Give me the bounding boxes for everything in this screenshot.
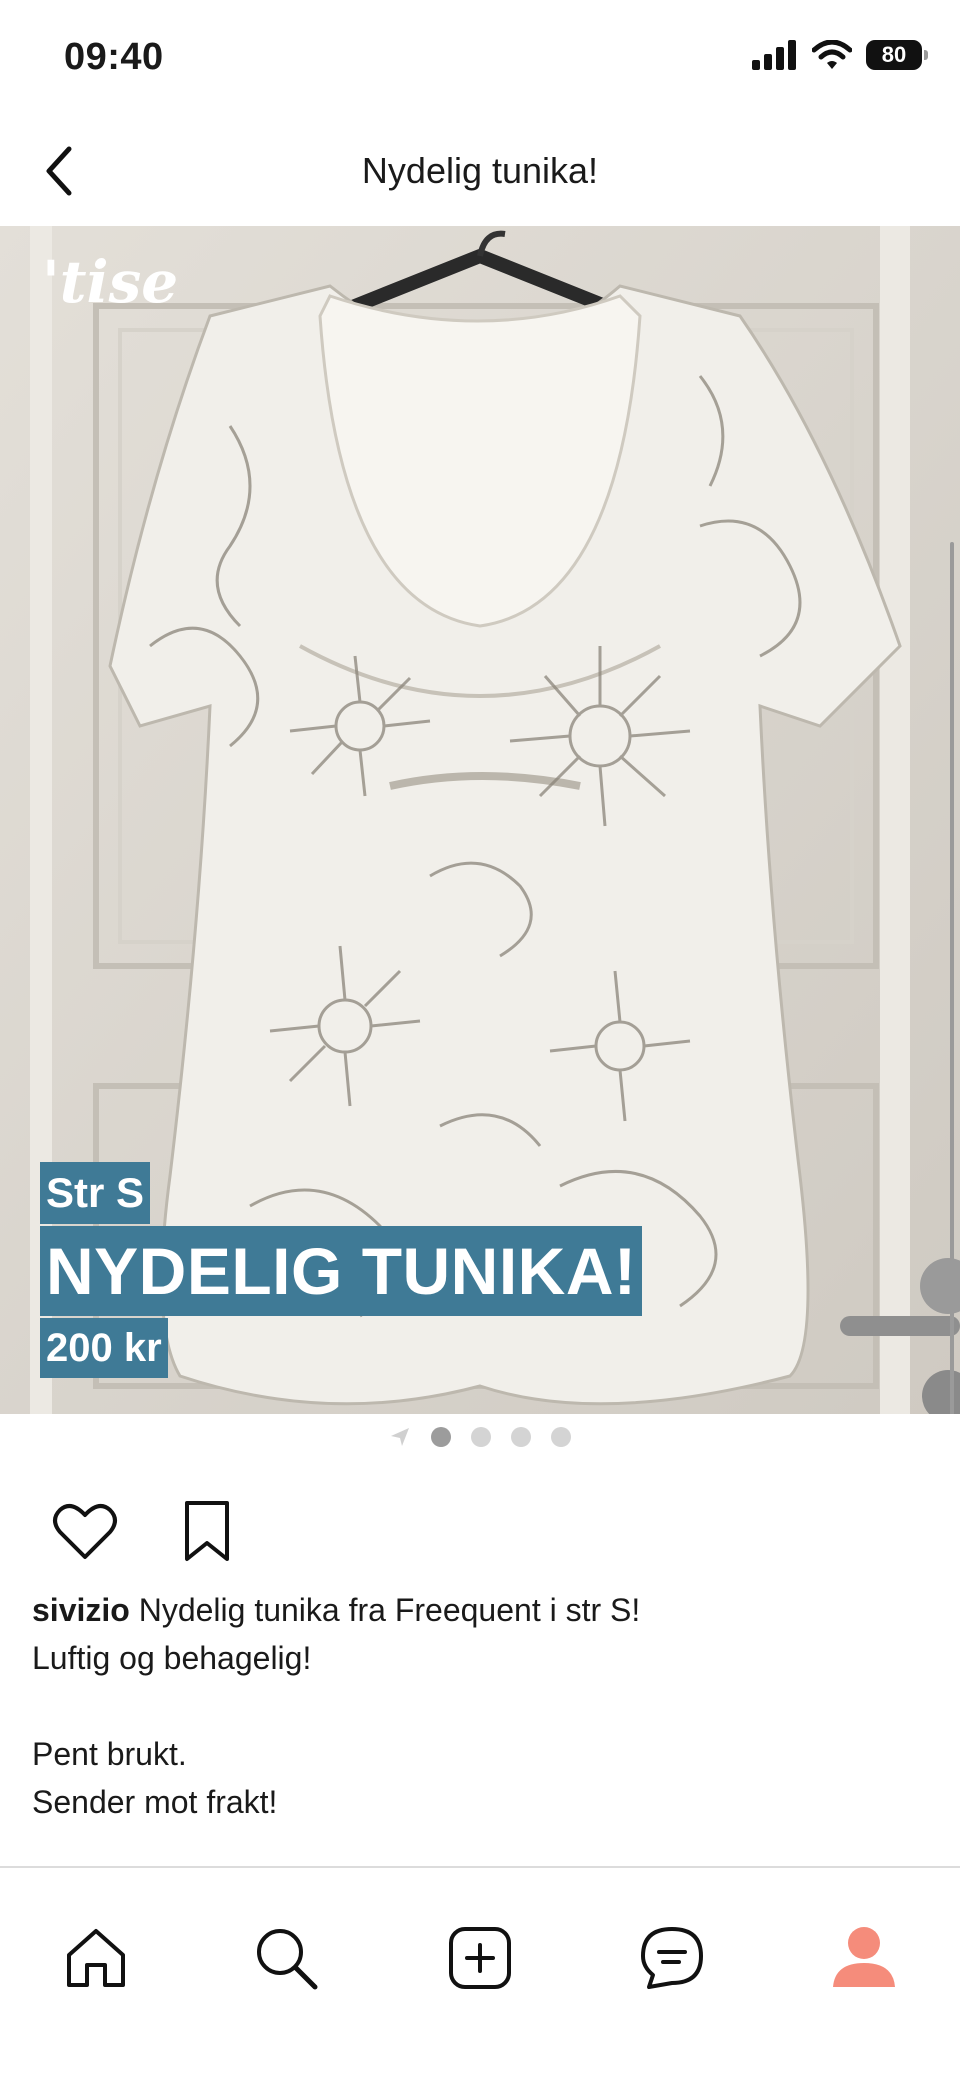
description-line: sivizio Nydelig tunika fra Freequent i s… xyxy=(32,1592,641,1628)
heart-icon xyxy=(53,1504,117,1559)
pager-dot-4[interactable] xyxy=(551,1427,571,1447)
like-button[interactable] xyxy=(44,1490,126,1572)
home-icon xyxy=(67,1929,125,1987)
listing-description: sivizio Nydelig tunika fra Freequent i s… xyxy=(32,1586,932,1826)
status-icons: 80 xyxy=(752,40,928,70)
tab-search[interactable] xyxy=(236,1908,336,2008)
overlay-title: NYDELIG TUNIKA! xyxy=(40,1226,643,1316)
tab-home[interactable] xyxy=(46,1908,146,2008)
pager-dot-2[interactable] xyxy=(471,1427,491,1447)
search-icon xyxy=(257,1929,318,1990)
overlay-size-label: Str S xyxy=(40,1162,151,1224)
signal-icon xyxy=(752,40,796,70)
image-scrollbar[interactable] xyxy=(950,542,954,1414)
battery-indicator: 80 xyxy=(866,40,928,70)
messages-icon xyxy=(641,1927,703,1989)
listing-actions xyxy=(44,1490,248,1572)
add-icon xyxy=(449,1927,511,1989)
tab-profile[interactable] xyxy=(814,1908,914,2008)
description-line: Pent brukt. xyxy=(32,1736,187,1772)
tab-add[interactable] xyxy=(430,1908,530,2008)
bookmark-icon xyxy=(185,1501,229,1561)
description-line: Luftig og behagelig! xyxy=(32,1640,312,1676)
overlay-price: 200 kr xyxy=(40,1318,168,1378)
save-button[interactable] xyxy=(166,1490,248,1572)
header: Nydelig tunika! xyxy=(0,118,960,226)
description-line xyxy=(32,1682,932,1730)
tab-messages[interactable] xyxy=(622,1908,722,2008)
location-arrow-icon xyxy=(391,1428,409,1446)
status-time: 09:40 xyxy=(64,36,164,78)
pager-dot-1[interactable] xyxy=(431,1427,451,1447)
description-line: Sender mot frakt! xyxy=(32,1784,278,1820)
profile-icon xyxy=(833,1927,895,1987)
seller-username[interactable]: sivizio xyxy=(32,1592,130,1628)
bottom-tab-bar xyxy=(0,1866,960,2081)
pager-dot-3[interactable] xyxy=(511,1427,531,1447)
tise-watermark: 'tise xyxy=(42,248,179,316)
image-pager[interactable] xyxy=(0,1422,960,1452)
status-bar: 09:40 80 xyxy=(0,0,960,118)
wifi-icon xyxy=(812,40,852,69)
page-title: Nydelig tunika! xyxy=(361,150,599,191)
